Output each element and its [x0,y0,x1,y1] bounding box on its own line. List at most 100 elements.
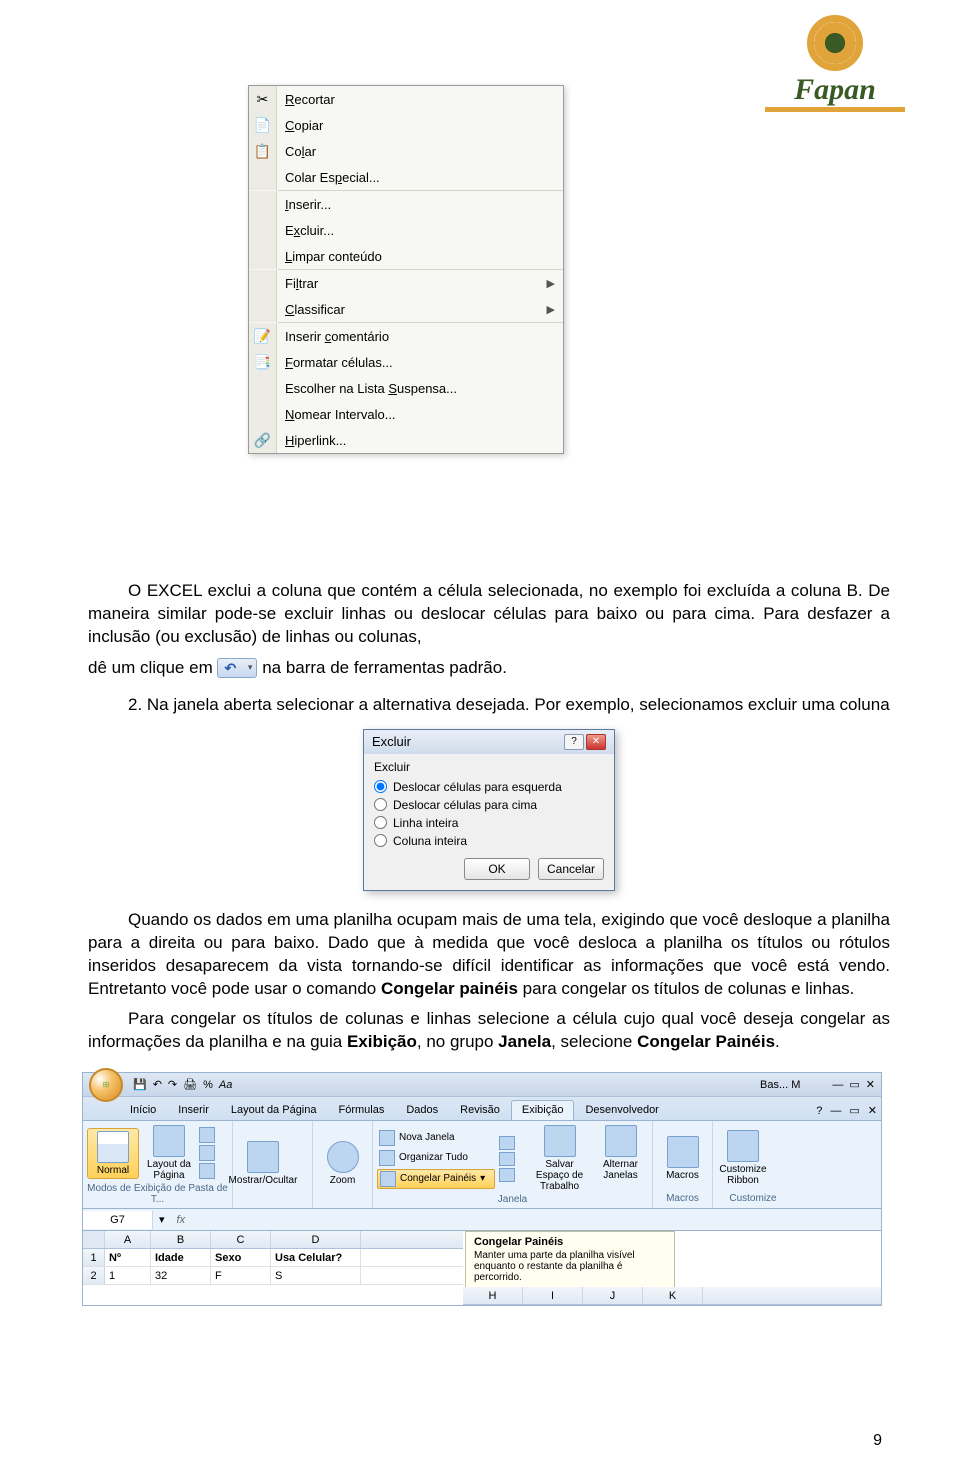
view-icon[interactable] [199,1127,215,1143]
tooltip-title: Congelar Painéis [474,1236,666,1248]
tooltip-body: Manter uma parte da planilha visível enq… [474,1250,666,1283]
name-box[interactable]: G7 [83,1211,153,1229]
layout-pagina-button[interactable]: Layout da Página [143,1123,195,1183]
organizar-tudo-button[interactable]: Organizar Tudo [377,1149,495,1167]
nova-janela-button[interactable]: Nova Janela [377,1129,495,1147]
view-icon[interactable] [199,1163,215,1179]
ribbon-tab[interactable]: Inserir [167,1100,220,1120]
ok-button[interactable]: OK [464,858,530,880]
cell[interactable]: 32 [151,1267,211,1284]
close-button[interactable]: ✕ [586,734,606,750]
normal-view-button[interactable]: Normal [87,1128,139,1179]
dialog-title-text: Excluir [372,734,411,749]
minimize-icon[interactable]: — [826,1102,845,1120]
ribbon-tab[interactable]: Dados [395,1100,449,1120]
radio-deslocar-esquerda[interactable]: Deslocar células para esquerda [374,778,604,796]
col-header[interactable]: I [523,1287,583,1304]
radio-deslocar-cima[interactable]: Deslocar células para cima [374,796,604,814]
ribbon-tab[interactable]: Fórmulas [328,1100,396,1120]
fx-label[interactable]: fx [171,1214,192,1226]
help-button[interactable]: ? [564,734,584,750]
menu-item[interactable]: Nomear Intervalo... [249,401,563,427]
menu-item[interactable]: Colar Especial... [249,164,563,190]
radio-coluna-inteira[interactable]: Coluna inteira [374,832,604,850]
mostrar-ocultar-button[interactable]: Mostrar/Ocultar [237,1139,289,1188]
qat-icon[interactable]: Aa [219,1079,232,1091]
ribbon-tab[interactable]: Revisão [449,1100,511,1120]
col-header[interactable]: D [271,1231,361,1248]
menu-item[interactable]: 📑Formatar células... [249,349,563,375]
ribbon-tab[interactable]: Exibição [511,1100,575,1120]
radio-linha-inteira[interactable]: Linha inteira [374,814,604,832]
menu-icon [249,217,277,243]
cell[interactable]: 1 [105,1267,151,1284]
radio-input[interactable] [374,798,387,811]
help-icon[interactable]: ? [812,1102,826,1120]
qat-icon[interactable]: % [203,1079,213,1091]
menu-item[interactable]: Filtrar▶ [249,270,563,296]
office-button[interactable]: ⊞ [89,1068,123,1102]
alternar-janelas-button[interactable]: Alternar Janelas [593,1123,648,1194]
paragraph-text: O EXCEL exclui a coluna que contém a cél… [88,581,890,646]
col-header[interactable]: K [643,1287,703,1304]
row-header[interactable]: 1 [83,1249,105,1266]
group-macros: Macros Macros [653,1121,713,1208]
radio-input[interactable] [374,816,387,829]
zoom-button[interactable]: Zoom [317,1139,368,1188]
menu-item[interactable]: Excluir... [249,217,563,243]
menu-item[interactable]: 📋Colar [249,138,563,164]
ribbon-tab[interactable]: Layout da Página [220,1100,328,1120]
menu-icon [249,243,277,269]
select-all-corner[interactable] [83,1231,105,1248]
radio-input[interactable] [374,780,387,793]
restore-icon[interactable]: ▭ [845,1101,863,1120]
hide-icon[interactable] [499,1152,515,1166]
col-header[interactable]: B [151,1231,211,1248]
qat-icon[interactable]: ↶ [153,1078,162,1091]
menu-item[interactable]: Classificar▶ [249,296,563,322]
menu-label: Hiperlink... [277,433,563,448]
congelar-paineis-button[interactable]: Congelar Painéis ▾ [377,1169,495,1189]
ribbon-tabs: InícioInserirLayout da PáginaFórmulasDad… [83,1097,881,1121]
split-icon[interactable] [499,1136,515,1150]
cell[interactable]: Nº [105,1249,151,1266]
col-header[interactable]: H [463,1287,523,1304]
cell[interactable]: Sexo [211,1249,271,1266]
customize-ribbon-button[interactable]: Customize Ribbon [717,1128,769,1188]
col-header[interactable]: J [583,1287,643,1304]
ribbon-tab[interactable]: Desenvolvedor [574,1100,669,1120]
col-header[interactable]: C [211,1231,271,1248]
menu-icon: 📄 [249,112,277,138]
salvar-espaco-button[interactable]: Salvar Espaço de Trabalho [530,1123,589,1194]
radio-input[interactable] [374,834,387,847]
macros-button[interactable]: Macros [657,1134,708,1183]
cell[interactable]: Usa Celular? [271,1249,361,1266]
namebox-dropdown[interactable]: ▾ [153,1213,171,1226]
menu-item[interactable]: 📄Copiar [249,112,563,138]
qat-icon[interactable]: 🖨 [183,1078,197,1091]
view-icon[interactable] [199,1145,215,1161]
menu-item[interactable]: 📝Inserir comentário [249,323,563,349]
close-icon[interactable]: ✕ [864,1101,881,1120]
cell[interactable]: F [211,1267,271,1284]
ribbon-tab[interactable]: Início [119,1100,167,1120]
cancel-button[interactable]: Cancelar [538,858,604,880]
cell-context-menu[interactable]: ✂Recortar📄Copiar📋ColarColar Especial...I… [248,85,564,454]
maximize-icon[interactable]: ▭ [849,1078,859,1091]
menu-item[interactable]: Inserir... [249,191,563,217]
row-header[interactable]: 2 [83,1267,105,1284]
worksheet-left: A B C D 1 Nº Idade Sexo Usa Celular? 2 [83,1231,463,1305]
menu-item[interactable]: Escolher na Lista Suspensa... [249,375,563,401]
menu-item[interactable]: ✂Recortar [249,86,563,112]
menu-item[interactable]: Limpar conteúdo [249,243,563,269]
cell[interactable]: Idade [151,1249,211,1266]
cell[interactable]: S [271,1267,361,1284]
minimize-icon[interactable]: — [832,1079,843,1091]
close-icon[interactable]: ✕ [866,1078,875,1091]
qat-icon[interactable]: ↷ [168,1078,177,1091]
body-paragraph-4: Para congelar os títulos de colunas e li… [88,1008,890,1054]
col-header[interactable]: A [105,1231,151,1248]
unhide-icon[interactable] [499,1168,515,1182]
menu-item[interactable]: 🔗Hiperlink... [249,427,563,453]
qat-icon[interactable]: 💾 [133,1078,147,1091]
